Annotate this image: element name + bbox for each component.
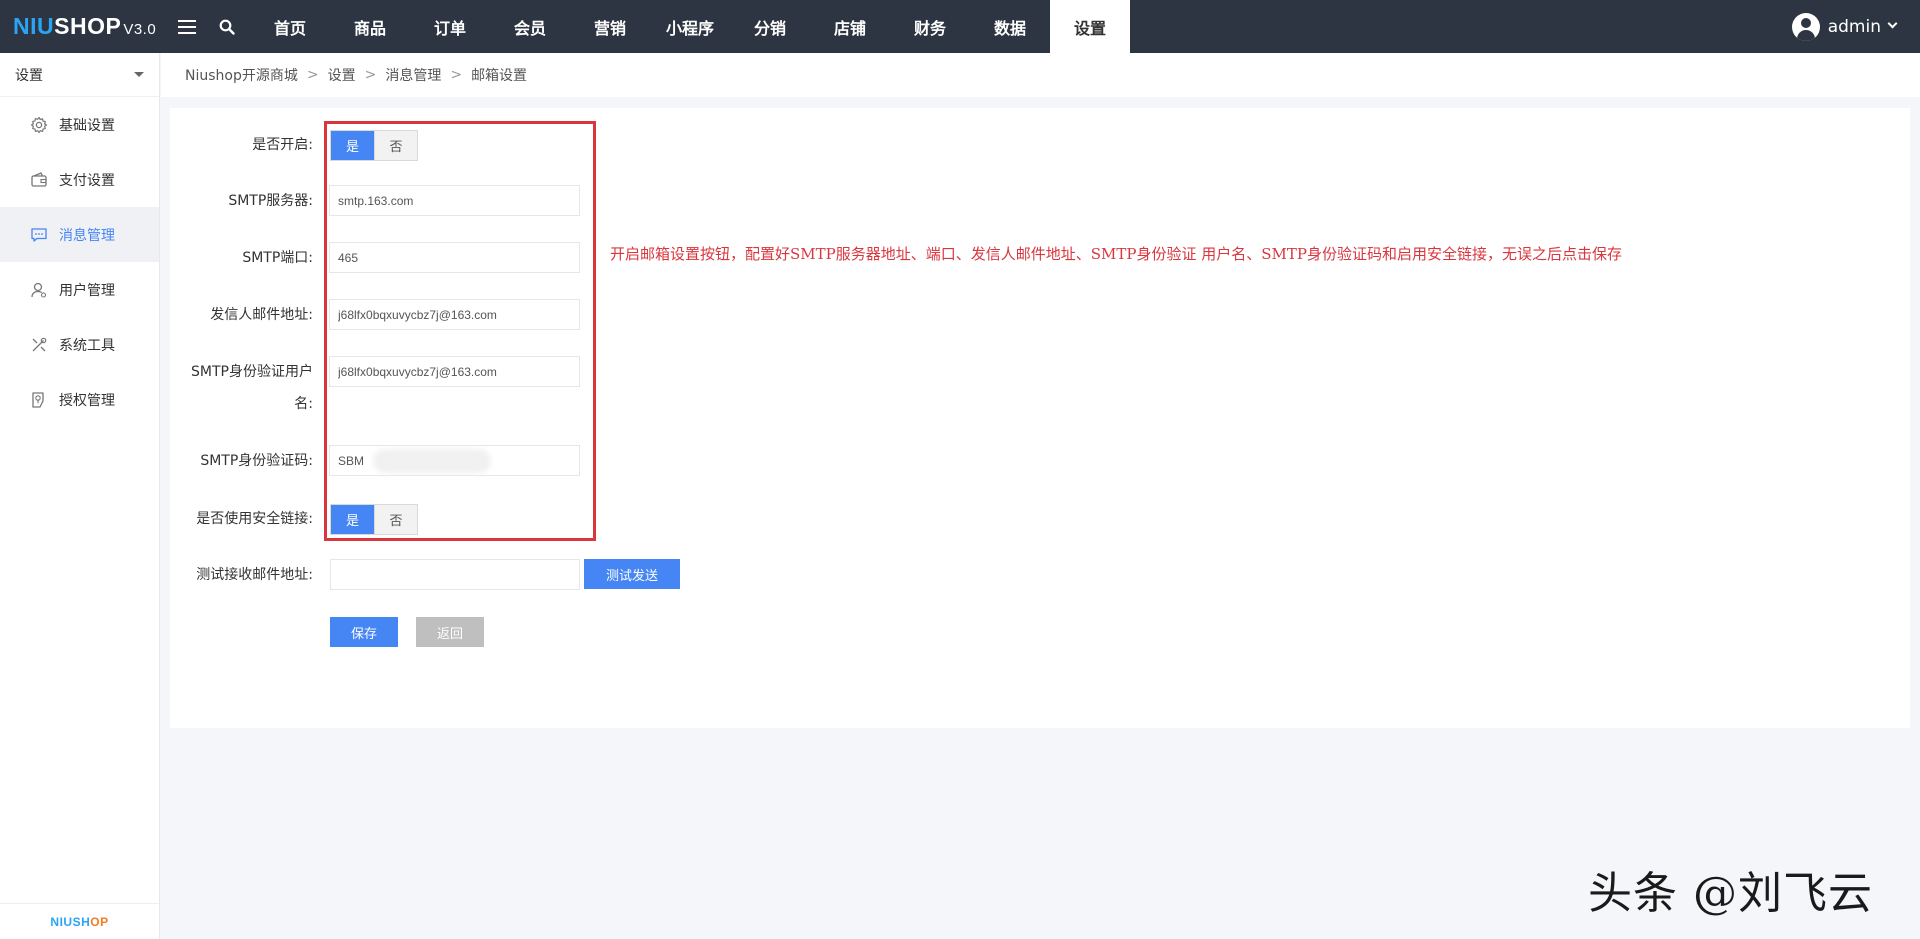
license-icon — [32, 391, 44, 408]
hamburger-icon — [178, 19, 196, 34]
menu-toggle-button[interactable] — [172, 0, 202, 53]
save-button[interactable]: 保存 — [330, 617, 398, 647]
user-name: admin — [1827, 16, 1881, 37]
ssl-toggle: 是 否 — [330, 504, 418, 535]
breadcrumb-settings[interactable]: 设置 — [328, 65, 356, 85]
search-icon — [219, 19, 235, 35]
breadcrumb-separator: > — [306, 67, 319, 83]
sidebar-item-license-management[interactable]: 授权管理 — [0, 372, 159, 427]
user-menu[interactable]: admin — [1791, 0, 1898, 53]
smtp-port-label: SMTP端口: — [242, 250, 313, 266]
smtp-server-label: SMTP服务器: — [228, 193, 313, 209]
gear-icon — [30, 116, 48, 133]
nav-item-orders[interactable]: 订单 — [410, 0, 490, 53]
redacted-blur — [377, 453, 487, 469]
smtp-server-input[interactable] — [329, 185, 580, 216]
sidebar-item-system-tools[interactable]: 系统工具 — [0, 317, 159, 372]
instruction-annotation: 开启邮箱设置按钮，配置好SMTP服务器地址、端口、发信人邮件地址、SMTP身份验… — [610, 245, 1622, 263]
message-icon — [31, 227, 47, 242]
avatar — [1791, 12, 1820, 41]
wallet-icon — [31, 171, 47, 187]
breadcrumb: Niushop开源商城 > 设置 > 消息管理 > 邮箱设置 — [161, 53, 1920, 97]
ssl-no-option[interactable]: 否 — [374, 505, 417, 534]
chevron-down-icon — [1887, 18, 1898, 29]
auth-user-label-line2: 名: — [294, 396, 313, 412]
auth-user-label-line1: SMTP身份验证用户 — [191, 364, 313, 380]
auth-user-label: SMTP身份验证用户 名: — [170, 356, 313, 420]
sender-email-label: 发信人邮件地址: — [210, 307, 313, 323]
sidebar-item-payment-settings[interactable]: 支付设置 — [0, 152, 159, 207]
back-button[interactable]: 返回 — [416, 617, 484, 647]
sidebar-item-label: 消息管理 — [59, 227, 115, 244]
nav-item-miniprogram[interactable]: 小程序 — [650, 0, 730, 53]
sender-email-input[interactable] — [329, 299, 580, 330]
enable-yes-option[interactable]: 是 — [331, 131, 374, 160]
email-settings-panel: 是否开启: 是 否 SMTP服务器: SMTP端口: 发信人邮件地址: SMTP… — [170, 108, 1910, 728]
breadcrumb-separator: > — [364, 67, 377, 83]
breadcrumb-current: 邮箱设置 — [471, 68, 528, 84]
footer-logo-text-a: NIUSH — [50, 914, 91, 929]
sidebar-item-message-management[interactable]: 消息管理 — [0, 207, 159, 262]
ssl-yes-option[interactable]: 是 — [331, 505, 374, 534]
logo-version: V3.0 — [123, 21, 157, 38]
sidebar-footer-logo: NIUSH OP — [0, 903, 159, 939]
top-navbar: NIU SHOP V3.0 首页 商品 订单 会员 营销 小程序 分销 店铺 财务 … — [0, 0, 1920, 53]
sidebar-heading[interactable]: 设置 — [0, 53, 159, 97]
sidebar-item-label: 授权管理 — [59, 392, 115, 409]
nav-item-members[interactable]: 会员 — [490, 0, 570, 53]
sidebar: 设置 基础设置 支付设置 消息管理 用户管理 系统工具 授权管理 NIUSH OP — [0, 53, 160, 939]
sidebar-item-label: 用户管理 — [59, 282, 115, 299]
sidebar-heading-label: 设置 — [15, 67, 43, 84]
breadcrumb-separator: > — [450, 67, 463, 83]
sidebar-item-basic-settings[interactable]: 基础设置 — [0, 97, 159, 152]
test-email-input[interactable] — [330, 559, 580, 590]
nav-item-data[interactable]: 数据 — [970, 0, 1050, 53]
nav-item-store[interactable]: 店铺 — [810, 0, 890, 53]
sidebar-item-label: 基础设置 — [59, 117, 115, 134]
brand-logo[interactable]: NIU SHOP V3.0 — [0, 0, 160, 53]
smtp-port-input[interactable] — [329, 242, 580, 273]
enable-label: 是否开启: — [252, 137, 313, 153]
tools-icon — [32, 337, 47, 351]
nav-item-finance[interactable]: 财务 — [890, 0, 970, 53]
enable-no-option[interactable]: 否 — [374, 131, 417, 160]
ssl-label: 是否使用安全链接: — [196, 511, 313, 527]
logo-text-a: NIU — [13, 13, 55, 39]
logo-text-b: SHOP — [54, 13, 122, 39]
watermark: 头条 @刘飞云 — [1588, 868, 1873, 919]
auth-user-input[interactable] — [329, 356, 580, 387]
nav-item-distribution[interactable]: 分销 — [730, 0, 810, 53]
enable-toggle: 是 否 — [330, 130, 418, 161]
main-nav: 首页 商品 订单 会员 营销 小程序 分销 店铺 财务 数据 设置 — [250, 0, 1130, 53]
user-icon — [31, 282, 47, 298]
footer-logo-text-b: OP — [90, 914, 109, 929]
breadcrumb-home[interactable]: Niushop开源商城 — [185, 65, 298, 85]
auth-code-label: SMTP身份验证码: — [200, 453, 313, 469]
breadcrumb-message-management[interactable]: 消息管理 — [385, 65, 441, 85]
sidebar-item-user-management[interactable]: 用户管理 — [0, 262, 159, 317]
nav-item-marketing[interactable]: 营销 — [570, 0, 650, 53]
sidebar-item-label: 系统工具 — [59, 337, 115, 354]
nav-item-home[interactable]: 首页 — [250, 0, 330, 53]
search-button[interactable] — [210, 0, 244, 53]
test-email-label: 测试接收邮件地址: — [196, 567, 313, 583]
sidebar-item-label: 支付设置 — [59, 172, 115, 189]
caret-down-icon — [134, 72, 144, 77]
nav-item-goods[interactable]: 商品 — [330, 0, 410, 53]
nav-item-settings[interactable]: 设置 — [1050, 0, 1130, 53]
test-send-button[interactable]: 测试发送 — [584, 559, 680, 589]
